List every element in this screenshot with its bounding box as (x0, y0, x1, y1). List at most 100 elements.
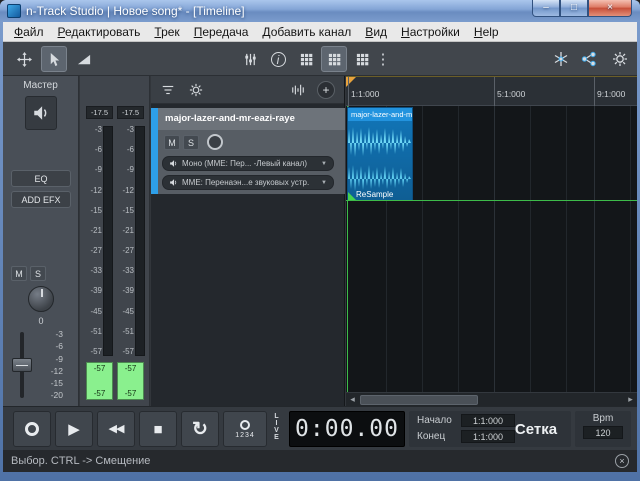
meter-scale-label: -9 (114, 166, 134, 174)
mixer-view-button[interactable] (237, 46, 263, 72)
meters-panel: -17.5 -17.5 -3 -6 -9 -12 -15 -21 -27 -33… (80, 76, 150, 406)
track-record-button[interactable] (207, 134, 223, 150)
ruler-label: 1:1:000 (351, 89, 379, 99)
grid-icon (327, 52, 342, 67)
maximize-button[interactable]: □ (560, 0, 588, 17)
track-filter-button[interactable] (157, 80, 179, 100)
meter-readout-value: -57 (118, 389, 143, 398)
track-lane-boundary (346, 200, 637, 201)
menu-item-help[interactable]: Help (467, 23, 506, 41)
minimize-button[interactable]: – (532, 0, 560, 17)
time-display[interactable]: 0:00.00 (289, 411, 405, 447)
eq-button[interactable]: EQ (11, 170, 71, 187)
app-icon (7, 4, 21, 18)
settings-button[interactable] (607, 46, 633, 72)
titlebar[interactable]: n-Track Studio | Новое song* - [Timeline… (0, 0, 640, 22)
horizontal-scrollbar[interactable]: ◂ ▸ (346, 392, 637, 406)
ruler-label: 9:1:000 (597, 89, 625, 99)
ruler-tick (494, 77, 495, 107)
meter-view-button[interactable] (287, 80, 309, 100)
fade-tool-button[interactable] (71, 46, 97, 72)
songtree-button[interactable] (548, 46, 574, 72)
meter-scale-label: -6 (82, 146, 102, 154)
gear-icon (189, 83, 203, 97)
layout-piano-button[interactable] (349, 46, 375, 72)
track-row[interactable]: major-lazer-and-mr-eazi-raye M S Моно (M… (151, 108, 345, 194)
add-efx-button[interactable]: ADD EFX (11, 191, 71, 208)
pan-knob[interactable] (28, 286, 54, 312)
fader-scale-label: -9 (37, 355, 63, 364)
rewind-button[interactable]: ◀◀ (97, 411, 135, 447)
timeline-panel: 1:1:000 5:1:000 9:1:000 major-lazer-and-… (346, 76, 637, 406)
master-output-button[interactable] (25, 96, 57, 130)
count-in-record-button[interactable]: 1234 (223, 411, 267, 447)
fader-scale-label: -12 (37, 367, 63, 376)
clip-resize-handle[interactable] (348, 192, 356, 200)
track-solo-button[interactable]: S (183, 135, 199, 150)
status-text: Выбор. CTRL -> Смещение (3, 455, 150, 467)
scroll-right-button[interactable]: ▸ (624, 393, 637, 406)
meter-scale-label: -27 (82, 247, 102, 255)
speaker-icon (169, 159, 178, 168)
play-button[interactable]: ▶ (55, 411, 93, 447)
master-fader-handle[interactable] (12, 358, 32, 372)
menu-item-edit[interactable]: Редактировать (51, 23, 148, 41)
scroll-thumb[interactable] (360, 395, 478, 405)
knob-value: 0 (3, 316, 79, 326)
share-icon (581, 51, 597, 67)
info-button[interactable]: i (265, 46, 291, 72)
timeline-ruler[interactable]: 1:1:000 5:1:000 9:1:000 (346, 76, 637, 106)
master-mute-button[interactable]: M (11, 266, 27, 281)
close-button[interactable]: × (588, 0, 632, 17)
menu-item-track[interactable]: Трек (147, 23, 186, 41)
timeline-gridline (422, 106, 423, 392)
meter-scale-label: -3 (114, 126, 134, 134)
count-in-label: 1234 (235, 432, 255, 439)
loop-button[interactable]: ↻ (181, 411, 219, 447)
mixer-icon (243, 52, 258, 67)
menu-item-settings[interactable]: Настройки (394, 23, 467, 41)
menu-item-file[interactable]: Файл (7, 23, 51, 41)
tracks-settings-button[interactable] (185, 80, 207, 100)
end-label: Конец (417, 431, 445, 442)
bpm-value[interactable]: 120 (583, 426, 623, 439)
record-button[interactable] (13, 411, 51, 447)
layout-mixer-button[interactable] (293, 46, 319, 72)
menu-item-transport[interactable]: Передача (187, 23, 256, 41)
stop-button[interactable]: ■ (139, 411, 177, 447)
move-tool-button[interactable] (11, 46, 37, 72)
clip-title[interactable]: major-lazer-and-m (348, 108, 412, 121)
layout-timeline-button[interactable] (321, 46, 347, 72)
toolbar-overflow-button[interactable]: ⋮ (375, 46, 391, 72)
track-input-select[interactable]: Моно (MME: Пер... -Левый канал) ▼ (162, 156, 334, 171)
share-button[interactable] (576, 46, 602, 72)
network-icon (553, 51, 569, 67)
menu-item-view[interactable]: Вид (358, 23, 394, 41)
clip-waveform[interactable]: ReSample (348, 121, 412, 200)
timeline-body[interactable]: major-lazer-and-m ReSample (346, 106, 637, 392)
clip-tag: ReSample (356, 190, 393, 199)
fader-scale-label: -6 (37, 342, 63, 351)
meter-bar-left (103, 126, 113, 356)
track-title[interactable]: major-lazer-and-mr-eazi-raye (158, 108, 345, 130)
grid-icon (299, 52, 314, 67)
wave-icon (291, 83, 305, 97)
scroll-left-button[interactable]: ◂ (346, 393, 359, 406)
audio-clip[interactable]: major-lazer-and-m ReSample (347, 107, 413, 200)
meter-scale-label: -51 (114, 328, 134, 336)
cursor-tool-button[interactable] (41, 46, 67, 72)
speaker-icon (169, 178, 178, 187)
live-toggle[interactable]: LIVE (273, 413, 280, 447)
grid-toggle[interactable]: Сетка (507, 411, 565, 447)
menu-item-add-channel[interactable]: Добавить канал (255, 23, 358, 41)
meter-scale-left: -3 -6 -9 -12 -15 -21 -27 -33 -39 -45 -51… (82, 126, 102, 356)
meter-readout-left: -57 -57 (86, 362, 113, 400)
meter-scale-label: -33 (114, 267, 134, 275)
toolbar: i ⋮ (3, 42, 637, 76)
waveform-graphic (348, 121, 412, 200)
track-output-select[interactable]: MME: Перенаэн...е звуковых устр. ▼ (162, 175, 334, 190)
add-track-button[interactable]: + (317, 81, 335, 99)
status-close-button[interactable]: × (615, 454, 629, 468)
master-solo-button[interactable]: S (30, 266, 46, 281)
track-mute-button[interactable]: M (164, 135, 180, 150)
